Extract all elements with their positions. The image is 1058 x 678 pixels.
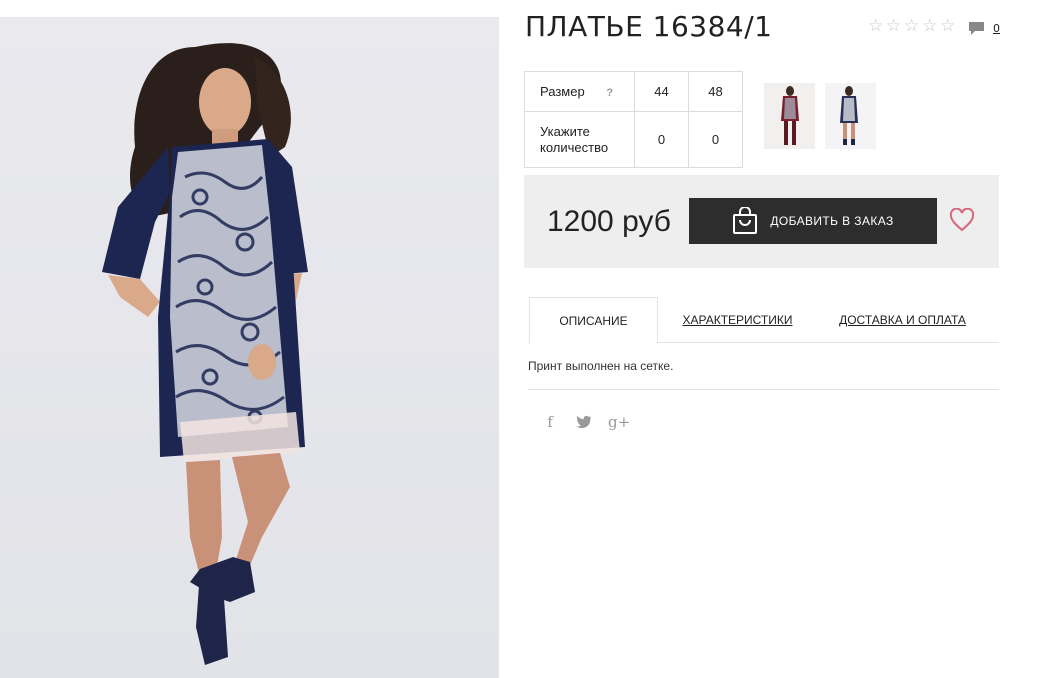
shopping-bag-icon [733, 207, 758, 234]
quantity-row: Укажите количество 0 0 [524, 111, 743, 168]
help-icon[interactable]: ? [606, 87, 613, 99]
size-row: Размер ? 44 48 [524, 71, 743, 112]
price: 1200 руб [547, 205, 671, 238]
tab-description[interactable]: ОПИСАНИЕ [529, 297, 658, 344]
comment-count[interactable]: 0 [993, 22, 1000, 35]
star-icon[interactable]: ☆ [886, 18, 903, 35]
product-page: ПЛАТЬЕ 16384/1 ☆ ☆ ☆ ☆ ☆ 0 Размер ? 44 4… [0, 0, 1058, 678]
tab-characteristics[interactable]: ХАРАКТЕРИСТИКИ [668, 297, 807, 343]
facebook-icon[interactable]: f [540, 413, 560, 431]
rating-stars[interactable]: ☆ ☆ ☆ ☆ ☆ [868, 18, 957, 35]
quantity-input-48[interactable]: 0 [688, 111, 743, 168]
price-panel: 1200 руб ДОБАВИТЬ В ЗАКАЗ [524, 175, 999, 268]
twitter-icon[interactable] [576, 415, 592, 429]
size-48: 48 [688, 71, 743, 112]
size-label: Размер [540, 84, 585, 99]
add-to-order-label: ДОБАВИТЬ В ЗАКАЗ [770, 214, 894, 228]
size-44: 44 [634, 71, 689, 112]
tab-delivery-payment[interactable]: ДОСТАВКА И ОПЛАТА [826, 297, 979, 343]
comments-link[interactable]: 0 [968, 21, 1000, 36]
google-plus-icon[interactable]: g+ [608, 413, 630, 431]
thumbnail-image [764, 83, 815, 149]
star-icon[interactable]: ☆ [868, 18, 885, 35]
star-icon[interactable]: ☆ [940, 18, 957, 35]
social-share: f g+ [540, 413, 630, 431]
quantity-input-44[interactable]: 0 [634, 111, 689, 168]
heart-icon[interactable] [949, 208, 975, 232]
divider [528, 389, 999, 390]
quantity-label-line2: количество [540, 139, 609, 155]
model-photo [102, 43, 308, 665]
comment-icon [969, 22, 984, 35]
add-to-order-button[interactable]: ДОБАВИТЬ В ЗАКАЗ [689, 198, 937, 244]
description-text: Принт выполнен на сетке. [528, 359, 674, 373]
quantity-label-line1: Укажите [540, 123, 590, 139]
star-icon[interactable]: ☆ [922, 18, 939, 35]
star-icon[interactable]: ☆ [904, 18, 921, 35]
product-title: ПЛАТЬЕ 16384/1 [525, 10, 773, 43]
thumbnail-navy[interactable] [825, 83, 876, 149]
product-tabs: ОПИСАНИЕ ХАРАКТЕРИСТИКИ ДОСТАВКА И ОПЛАТ… [528, 297, 999, 344]
thumbnail-image [825, 83, 876, 149]
size-quantity-table: Размер ? 44 48 Укажите количество 0 0 [524, 71, 743, 168]
quantity-label-cell: Укажите количество [524, 111, 635, 168]
thumbnail-burgundy[interactable] [764, 83, 815, 149]
main-product-image[interactable] [0, 17, 499, 678]
size-label-cell: Размер ? [524, 71, 635, 112]
